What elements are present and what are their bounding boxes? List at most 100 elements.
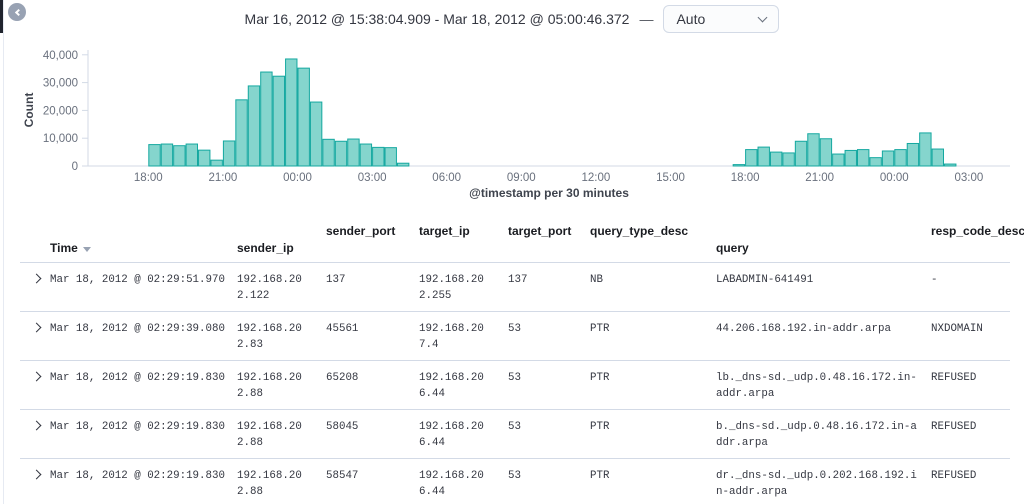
cell-value: 53: [508, 321, 582, 337]
cell-query: dr._dns-sd._udp.0.202.168.192.in-addr.ar…: [708, 458, 923, 504]
column-header-label: sender_ip: [237, 241, 294, 255]
histogram-bar[interactable]: [186, 144, 197, 166]
histogram-bar[interactable]: [223, 141, 234, 166]
histogram-bar[interactable]: [733, 165, 744, 166]
chevron-left-icon: [14, 8, 21, 15]
cell-target_port: 53: [500, 360, 582, 409]
cell-value: 58547: [326, 468, 411, 484]
cell-target_ip: 192.168.206.44: [411, 360, 500, 409]
histogram-bar[interactable]: [895, 150, 906, 166]
column-header-label: target_ip: [419, 224, 470, 238]
histogram-section: 010,00020,00030,00040,00018:0021:0000:00…: [0, 40, 1024, 205]
expand-row-button[interactable]: [32, 273, 42, 283]
cell-query: b._dns-sd._udp.0.48.16.172.in-addr.arpa: [708, 409, 923, 458]
y-axis-title: Count: [22, 93, 36, 128]
histogram-bar[interactable]: [199, 150, 210, 166]
x-tick-label: 06:00: [432, 172, 461, 184]
histogram-bar[interactable]: [758, 147, 769, 166]
expand-row-button[interactable]: [32, 322, 42, 332]
histogram-bar[interactable]: [845, 150, 856, 166]
cell-sender_ip: 192.168.202.88: [229, 409, 318, 458]
cell-target_ip: 192.168.207.4: [411, 311, 500, 360]
histogram-bar[interactable]: [833, 154, 844, 166]
table-row: Mar 18, 2012 @ 02:29:19.830192.168.202.8…: [20, 360, 1010, 409]
column-header-query[interactable]: query: [708, 206, 923, 262]
histogram-bar[interactable]: [870, 158, 881, 166]
x-axis-title: @timestamp per 30 minutes: [469, 186, 629, 200]
cell-sender_ip: 192.168.202.83: [229, 311, 318, 360]
table-row: Mar 18, 2012 @ 02:29:19.830192.168.202.8…: [20, 409, 1010, 458]
histogram-bar[interactable]: [261, 72, 272, 166]
histogram-bar[interactable]: [920, 133, 931, 166]
cell-value: NXDOMAIN: [931, 321, 1010, 337]
expand-row-button[interactable]: [32, 469, 42, 479]
histogram-bar[interactable]: [795, 141, 806, 166]
column-header-resp_code_desc[interactable]: resp_code_desc: [923, 206, 1010, 262]
time-range-label: Mar 16, 2012 @ 15:38:04.909 - Mar 18, 20…: [245, 11, 630, 27]
expander-column-header: [20, 206, 42, 262]
expand-row-button[interactable]: [32, 420, 42, 430]
histogram-bar[interactable]: [882, 151, 893, 166]
interval-select[interactable]: Auto: [663, 5, 779, 33]
cell-sender_port: 45561: [318, 311, 411, 360]
cell-query: 44.206.168.192.in-addr.arpa: [708, 311, 923, 360]
histogram-bar[interactable]: [348, 139, 359, 166]
cell-value: 192.168.206.44: [419, 468, 485, 500]
column-header-target_port[interactable]: target_port: [500, 206, 582, 262]
cell-value: 192.168.202.83: [237, 321, 303, 353]
cell-value: 192.168.202.122: [237, 272, 303, 304]
cell-target_port: 53: [500, 311, 582, 360]
cell-value: 44.206.168.192.in-addr.arpa: [716, 321, 919, 337]
y-tick-label: 40,000: [43, 50, 78, 62]
histogram-bar[interactable]: [211, 160, 222, 166]
cell-target_port: 137: [500, 262, 582, 311]
histogram-bar[interactable]: [236, 100, 247, 166]
histogram-bar[interactable]: [323, 139, 334, 166]
histogram-bar[interactable]: [385, 148, 396, 166]
cell-value: 53: [508, 419, 582, 435]
histogram-bar[interactable]: [783, 153, 794, 166]
cell-value: 192.168.206.44: [419, 370, 485, 402]
cell-value: Mar 18, 2012 @ 02:29:19.830: [50, 419, 229, 435]
column-header-query_type_desc[interactable]: query_type_desc: [582, 206, 708, 262]
histogram-bar[interactable]: [286, 59, 297, 166]
column-header-sender_port[interactable]: sender_port: [318, 206, 411, 262]
histogram-bar[interactable]: [174, 146, 185, 166]
histogram-bar[interactable]: [373, 147, 384, 166]
histogram-bar[interactable]: [808, 134, 819, 166]
histogram-bar[interactable]: [932, 149, 943, 166]
cell-value: REFUSED: [931, 370, 1010, 386]
histogram-bar[interactable]: [397, 163, 408, 166]
histogram-bar[interactable]: [858, 150, 869, 166]
histogram-bar[interactable]: [298, 68, 309, 166]
histogram-bar[interactable]: [820, 139, 831, 166]
cell-resp_code_desc: REFUSED: [923, 360, 1010, 409]
cell-value: dr._dns-sd._udp.0.202.168.192.in-addr.ar…: [716, 468, 919, 500]
cell-value: 58045: [326, 419, 411, 435]
cell-target_ip: 192.168.202.255: [411, 262, 500, 311]
histogram-bar[interactable]: [945, 164, 956, 166]
x-tick-label: 00:00: [880, 172, 909, 184]
expand-row-button[interactable]: [32, 371, 42, 381]
histogram-chart[interactable]: 010,00020,00030,00040,00018:0021:0000:00…: [0, 40, 1024, 205]
histogram-bar[interactable]: [360, 144, 371, 166]
histogram-bar[interactable]: [907, 143, 918, 166]
column-header-time[interactable]: Time: [42, 206, 229, 262]
cell-value: 53: [508, 370, 582, 386]
cell-value: 45561: [326, 321, 411, 337]
column-header-sender_ip[interactable]: sender_ip: [229, 206, 318, 262]
histogram-bar[interactable]: [310, 102, 321, 166]
cell-target_port: 53: [500, 458, 582, 504]
histogram-bar[interactable]: [149, 145, 160, 166]
histogram-bar[interactable]: [335, 141, 346, 166]
collapse-sidebar-button[interactable]: [8, 3, 26, 21]
histogram-bar[interactable]: [273, 76, 284, 166]
histogram-bar[interactable]: [161, 144, 172, 166]
histogram-bar[interactable]: [746, 150, 757, 166]
histogram-bar[interactable]: [248, 86, 259, 166]
cell-expander: [20, 409, 42, 458]
cell-value: 192.168.207.4: [419, 321, 485, 353]
column-header-target_ip[interactable]: target_ip: [411, 206, 500, 262]
histogram-bar[interactable]: [770, 152, 781, 166]
chevron-down-icon: [758, 12, 768, 22]
